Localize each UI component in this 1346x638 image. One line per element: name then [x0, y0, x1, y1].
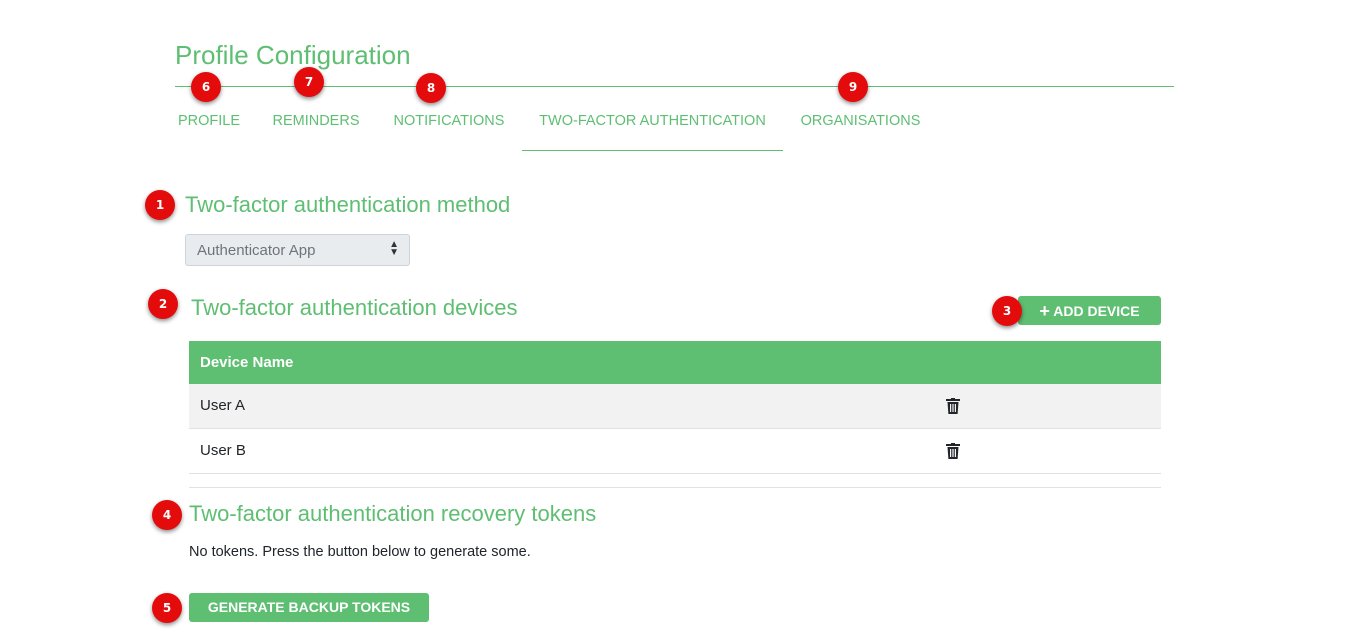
page-title: Profile Configuration [175, 40, 411, 70]
method-select[interactable]: Authenticator App ▲ ▼ [185, 234, 410, 266]
tab-label: TWO-FACTOR AUTHENTICATION [539, 113, 766, 129]
generate-backup-tokens-button[interactable]: GENERATE BACKUP TOKENS [189, 593, 429, 622]
tokens-section-title: Two-factor authentication recovery token… [189, 501, 597, 526]
trash-icon[interactable] [946, 398, 960, 414]
annotation-badge: 2 [148, 289, 178, 319]
tab-two-factor-authentication[interactable]: TWO-FACTOR AUTHENTICATION [522, 100, 783, 151]
annotation-badge: 6 [191, 72, 221, 102]
device-name: User A [200, 397, 246, 414]
method-section-title: Two-factor authentication method [185, 192, 511, 217]
tab-label: NOTIFICATIONS [393, 113, 505, 129]
no-tokens-message: No tokens. Press the button below to gen… [189, 544, 531, 560]
add-device-label: ADD DEVICE [1053, 303, 1140, 319]
annotation-badge: 3 [992, 296, 1022, 326]
devices-table: Device Name User A User B [189, 341, 1161, 474]
annotation-badge: 1 [145, 190, 175, 220]
table-row: User A [189, 384, 1161, 429]
method-select-value: Authenticator App [197, 242, 316, 259]
table-header: Device Name [189, 341, 1161, 384]
add-device-button[interactable]: + ADD DEVICE [1018, 296, 1161, 325]
tab-reminders[interactable]: REMINDERS [256, 100, 376, 150]
tab-notifications[interactable]: NOTIFICATIONS [376, 100, 522, 150]
column-header-device-name: Device Name [200, 354, 294, 371]
select-caret-icon: ▲ ▼ [389, 239, 399, 258]
tab-label: ORGANISATIONS [800, 113, 921, 129]
annotation-badge: 9 [838, 72, 868, 102]
tab-organisations[interactable]: ORGANISATIONS [783, 100, 938, 150]
tab-label: PROFILE [177, 113, 241, 129]
annotation-badge: 5 [152, 593, 182, 623]
tab-label: REMINDERS [272, 113, 360, 129]
tab-bar: PROFILE REMINDERS NOTIFICATIONS TWO-FACT… [162, 100, 1172, 152]
annotation-badge: 4 [152, 500, 182, 530]
annotation-badge: 7 [294, 67, 324, 97]
title-divider [175, 86, 1174, 87]
plus-icon: + [1039, 301, 1050, 321]
device-name: User B [200, 442, 246, 459]
devices-section-title: Two-factor authentication devices [191, 295, 518, 320]
tab-profile[interactable]: PROFILE [162, 100, 256, 150]
table-row: User B [189, 429, 1161, 474]
section-divider [189, 487, 1161, 488]
trash-icon[interactable] [946, 443, 960, 459]
annotation-badge: 8 [416, 73, 446, 103]
